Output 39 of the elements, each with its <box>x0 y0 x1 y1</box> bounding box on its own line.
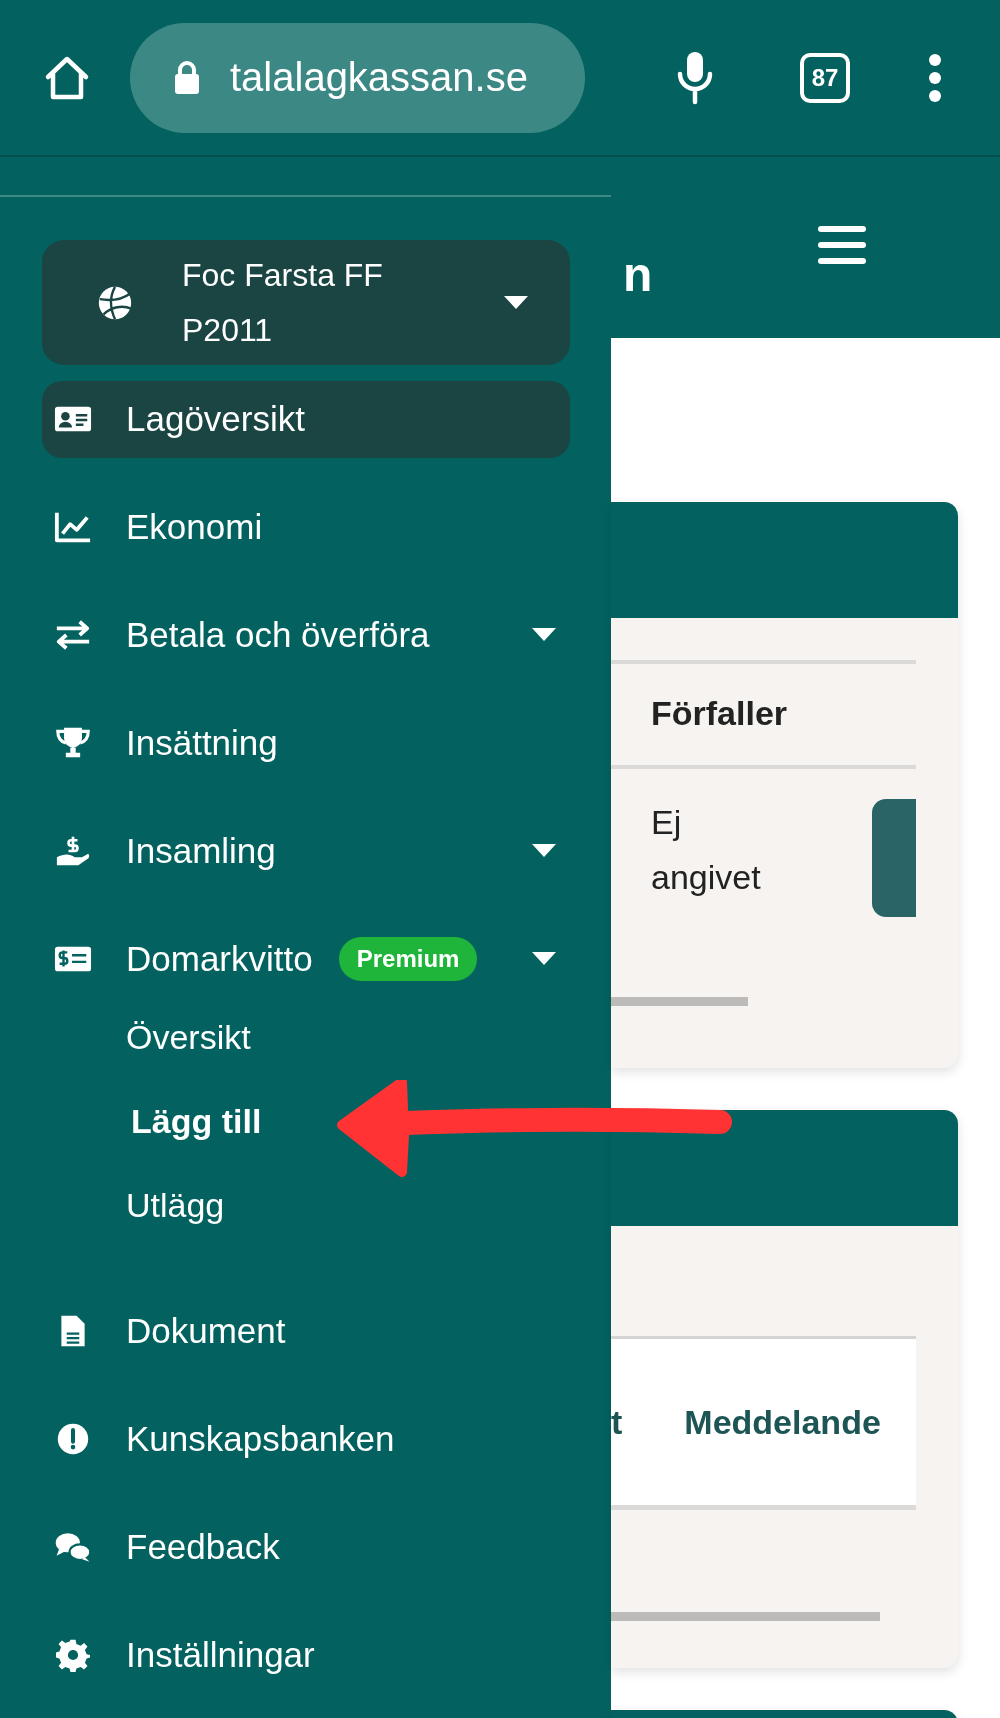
submenu-item[interactable]: Översikt <box>126 1017 251 1057</box>
submenu-item[interactable]: Utlägg <box>126 1185 225 1225</box>
menu-item[interactable]: Ekonomi <box>42 488 570 566</box>
lock-icon <box>172 59 202 96</box>
team-selector[interactable]: Foc Farsta FF P2011 <box>42 240 570 365</box>
menu-item[interactable]: Inställningar <box>42 1616 570 1694</box>
scrollbar[interactable] <box>611 1612 880 1621</box>
microphone-icon[interactable] <box>675 49 715 106</box>
menu-item[interactable]: Feedback <box>42 1508 570 1586</box>
menu-item[interactable]: Domarkvitto Premium <box>42 920 570 998</box>
premium-badge: Premium <box>338 937 478 981</box>
settings-icon <box>54 1638 92 1672</box>
menu-item[interactable]: Insättning <box>42 704 570 782</box>
tab-count-button[interactable]: 87 <box>800 52 850 103</box>
swap-arrows-icon <box>54 618 92 652</box>
menu-item[interactable]: Betala och överföra <box>42 596 570 674</box>
caret-icon <box>532 844 556 858</box>
column-header: Förfaller <box>651 694 789 733</box>
caret-icon <box>504 295 528 310</box>
chat-bubbles-icon <box>54 1530 92 1564</box>
more-icon[interactable] <box>928 52 942 103</box>
menu-item[interactable]: Dokument <box>42 1292 570 1370</box>
menu-item[interactable]: Kunskapsbanken <box>42 1400 570 1478</box>
trophy-icon <box>54 726 92 760</box>
caret-icon <box>532 952 556 966</box>
column-header: t <box>611 1402 623 1442</box>
caret-icon <box>532 628 556 642</box>
table-cell-text: Ej angivet <box>651 802 762 898</box>
line-chart-icon <box>54 510 92 544</box>
menu-icon[interactable] <box>818 225 866 265</box>
address-bar[interactable]: talalagkassan.se <box>130 22 585 133</box>
team-name: Foc Farsta FF P2011 <box>182 255 384 350</box>
menu-item[interactable]: Insamling <box>42 812 570 890</box>
hand-money-icon <box>54 834 92 868</box>
logo-fragment: n <box>623 247 653 302</box>
column-header: Meddelande <box>684 1402 881 1442</box>
submenu-item[interactable]: Lägg till <box>131 1101 262 1141</box>
scrollbar[interactable] <box>611 997 748 1006</box>
menu-item[interactable]: Lagöversikt <box>42 380 570 458</box>
